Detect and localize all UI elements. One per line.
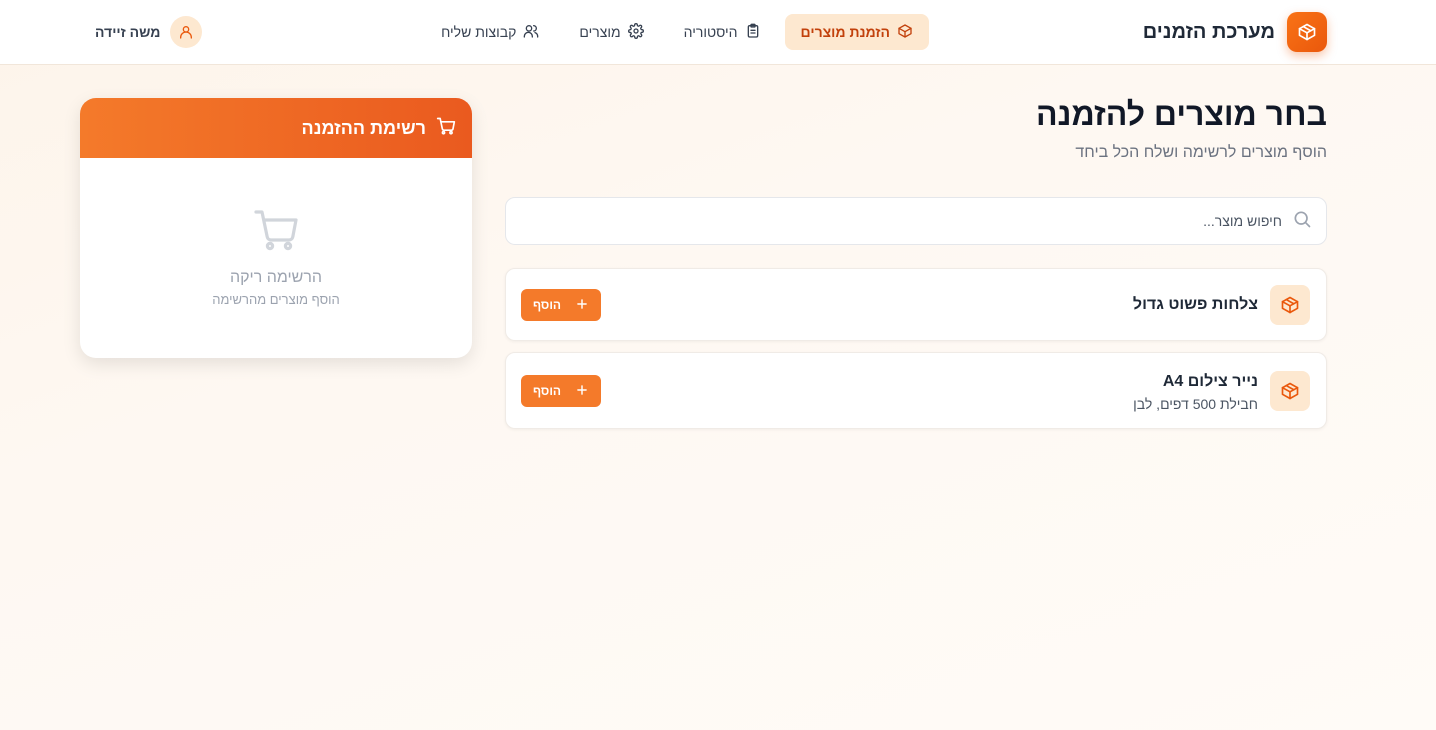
cart-icon <box>436 116 456 141</box>
package-icon <box>1270 371 1310 411</box>
app-title: מערכת הזמנים <box>1142 20 1275 43</box>
cart-icon <box>252 206 300 259</box>
nav-item-label: היסטוריה <box>683 24 738 40</box>
user-icon <box>170 16 203 48</box>
plus-icon <box>575 297 589 314</box>
nav-item-order-products[interactable]: הזמנת מוצרים <box>784 14 929 50</box>
user-name: משה זיידה <box>95 24 161 40</box>
product-card: צלחות פשוט גדול הוסף <box>505 268 1327 341</box>
product-name: צלחות פשוט גדול <box>1132 296 1258 313</box>
package-icon <box>1270 285 1310 325</box>
product-name: נייר צילום A4 <box>1162 373 1258 390</box>
page-title: בחר מוצרים להזמנה <box>1036 96 1327 132</box>
gear-icon <box>627 22 644 42</box>
package-icon <box>1287 12 1327 52</box>
add-button-label: הוסף <box>532 298 562 312</box>
empty-list-title: הרשימה ריקה <box>229 269 323 286</box>
users-icon <box>523 23 539 42</box>
plus-icon <box>575 383 589 400</box>
search-input[interactable] <box>506 198 1282 244</box>
order-list-header: רשימת ההזמנה <box>80 98 472 158</box>
nav-item-products[interactable]: מוצרים <box>563 14 659 50</box>
nav-item-label: מוצרים <box>579 24 621 40</box>
clipboard-icon <box>745 23 761 42</box>
package-icon <box>897 23 913 42</box>
order-list-title: רשימת ההזמנה <box>301 117 426 138</box>
add-button-label: הוסף <box>532 384 562 398</box>
search-box <box>505 197 1327 245</box>
nav-item-label: קבוצות שליח <box>441 24 517 40</box>
brand[interactable]: מערכת הזמנים <box>1143 12 1327 52</box>
main-nav: הזמנת מוצרים היסטוריה מוצרים קבוצות שליח <box>425 14 929 50</box>
page-subtitle: הוסף מוצרים לרשימה ושלח הכל ביחד <box>1075 144 1327 161</box>
product-description: חבילת 500 דפים, לבן <box>1133 396 1258 412</box>
empty-list-subtitle: הוסף מוצרים מהרשימה <box>212 292 340 307</box>
nav-item-courier-groups[interactable]: קבוצות שליח <box>425 14 555 50</box>
user-menu[interactable]: משה זיידה <box>95 16 203 48</box>
search-icon <box>1292 209 1312 234</box>
add-product-button[interactable]: הוסף <box>521 289 601 321</box>
nav-item-history[interactable]: היסטוריה <box>668 14 777 50</box>
top-navigation-bar: מערכת הזמנים הזמנת מוצרים היסטוריה מוצרי… <box>0 0 1436 65</box>
add-product-button[interactable]: הוסף <box>521 375 601 407</box>
nav-item-label: הזמנת מוצרים <box>800 24 890 40</box>
order-list-panel: רשימת ההזמנה הרשימה ריקה הוסף מוצרים מהר… <box>80 98 472 358</box>
product-card: נייר צילום A4 חבילת 500 דפים, לבן הוסף <box>505 352 1327 429</box>
